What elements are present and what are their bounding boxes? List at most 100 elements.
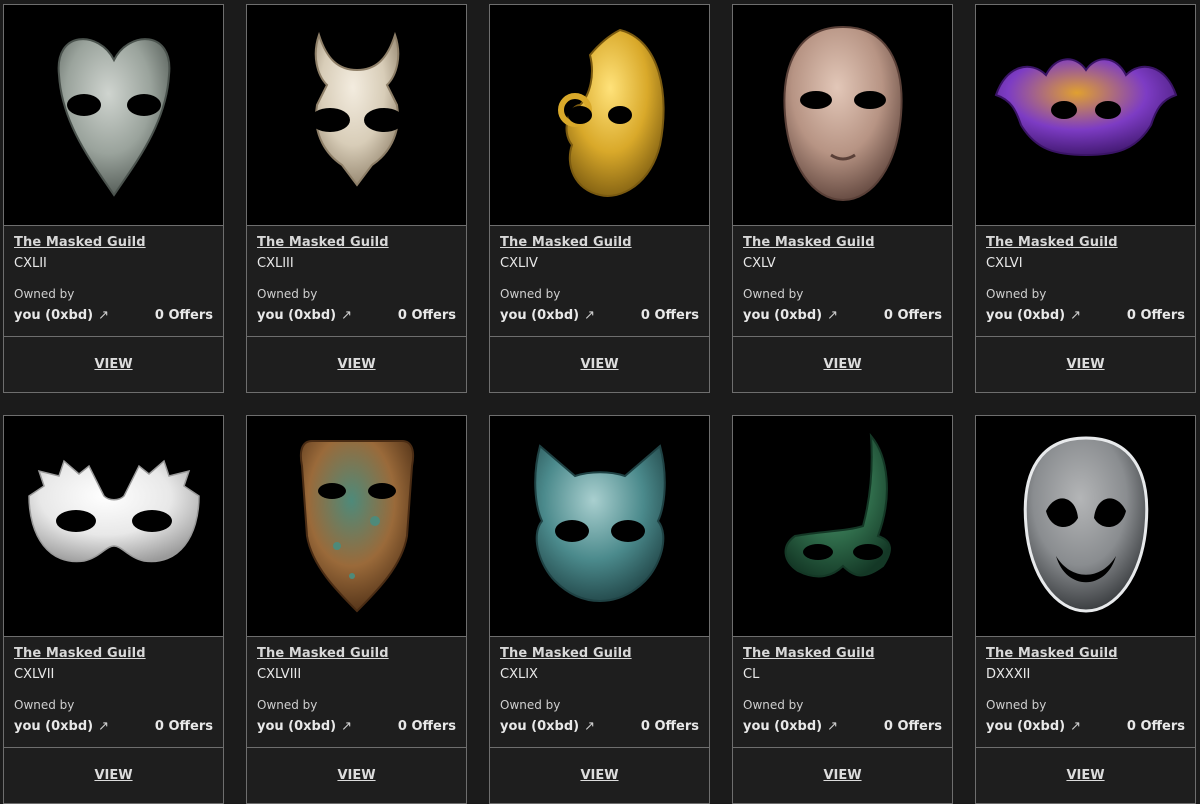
mask-artwork[interactable] bbox=[733, 416, 952, 637]
mask-artwork[interactable] bbox=[490, 5, 709, 226]
mask-artwork[interactable] bbox=[976, 416, 1195, 637]
card-info: The Masked Guild CXLII Owned by you (0xb… bbox=[4, 226, 223, 336]
owner-link[interactable]: you (0xbd) ↗ bbox=[743, 719, 838, 734]
nft-card[interactable]: The Masked Guild CXLII Owned by you (0xb… bbox=[3, 4, 224, 393]
nft-card[interactable]: The Masked Guild CXLIV Owned by you (0xb… bbox=[489, 4, 710, 393]
card-info: The Masked Guild CXLV Owned by you (0xbd… bbox=[733, 226, 952, 336]
mask-long-image bbox=[299, 440, 414, 613]
view-button[interactable]: VIEW bbox=[490, 747, 709, 803]
card-info: The Masked Guild CXLVII Owned by you (0x… bbox=[4, 637, 223, 747]
external-link-icon[interactable]: ↗ bbox=[341, 308, 352, 323]
token-name: CXLIV bbox=[500, 256, 538, 271]
collection-link[interactable]: The Masked Guild bbox=[257, 235, 456, 250]
owner-address[interactable]: you (0xbd) bbox=[986, 308, 1065, 323]
nft-card[interactable]: The Masked Guild CL Owned by you (0xbd) ↗… bbox=[732, 415, 953, 804]
collection-link[interactable]: The Masked Guild bbox=[986, 235, 1185, 250]
owner-address[interactable]: you (0xbd) bbox=[14, 719, 93, 734]
owner-address[interactable]: you (0xbd) bbox=[257, 308, 336, 323]
token-name: CXLIX bbox=[500, 667, 538, 682]
external-link-icon[interactable]: ↗ bbox=[98, 308, 109, 323]
nft-card[interactable]: The Masked Guild CXLV Owned by you (0xbd… bbox=[732, 4, 953, 393]
owned-by-label: Owned by bbox=[986, 698, 1047, 712]
nft-card[interactable]: The Masked Guild CXLVII Owned by you (0x… bbox=[3, 415, 224, 804]
mask-artwork[interactable] bbox=[733, 5, 952, 226]
collection-link[interactable]: The Masked Guild bbox=[500, 646, 699, 661]
collection-link[interactable]: The Masked Guild bbox=[14, 235, 213, 250]
owner-row: you (0xbd) ↗ 0 Offers bbox=[986, 308, 1185, 323]
external-link-icon[interactable]: ↗ bbox=[584, 308, 595, 323]
collection-link[interactable]: The Masked Guild bbox=[500, 235, 699, 250]
mask-artwork[interactable] bbox=[490, 416, 709, 637]
owner-link[interactable]: you (0xbd) ↗ bbox=[500, 308, 595, 323]
owner-row: you (0xbd) ↗ 0 Offers bbox=[743, 719, 942, 734]
mask-horned-image bbox=[309, 31, 404, 187]
card-info: The Masked Guild DXXXII Owned by you (0x… bbox=[976, 637, 1195, 747]
nft-card[interactable]: The Masked Guild DXXXII Owned by you (0x… bbox=[975, 415, 1196, 804]
external-link-icon[interactable]: ↗ bbox=[584, 719, 595, 734]
nft-card[interactable]: The Masked Guild CXLIX Owned by you (0xb… bbox=[489, 415, 710, 804]
external-link-icon[interactable]: ↗ bbox=[341, 719, 352, 734]
owner-link[interactable]: you (0xbd) ↗ bbox=[14, 308, 109, 323]
mask-artwork[interactable] bbox=[247, 416, 466, 637]
token-name: CXLVIII bbox=[257, 667, 302, 682]
owner-link[interactable]: you (0xbd) ↗ bbox=[14, 719, 109, 734]
offers-count: 0 Offers bbox=[640, 719, 699, 734]
owner-address[interactable]: you (0xbd) bbox=[986, 719, 1065, 734]
offers-count: 0 Offers bbox=[154, 719, 213, 734]
nft-card[interactable]: The Masked Guild CXLIII Owned by you (0x… bbox=[246, 4, 467, 393]
collection-link[interactable]: The Masked Guild bbox=[986, 646, 1185, 661]
view-button[interactable]: VIEW bbox=[247, 747, 466, 803]
owner-link[interactable]: you (0xbd) ↗ bbox=[986, 308, 1081, 323]
mask-artwork[interactable] bbox=[4, 416, 223, 637]
owner-link[interactable]: you (0xbd) ↗ bbox=[257, 308, 352, 323]
card-info: The Masked Guild CXLVIII Owned by you (0… bbox=[247, 637, 466, 747]
owned-by-label: Owned by bbox=[986, 287, 1047, 301]
mask-heart-image bbox=[57, 38, 170, 197]
offers-count: 0 Offers bbox=[397, 719, 456, 734]
owner-address[interactable]: you (0xbd) bbox=[500, 719, 579, 734]
external-link-icon[interactable]: ↗ bbox=[1070, 719, 1081, 734]
view-button[interactable]: VIEW bbox=[4, 747, 223, 803]
view-button[interactable]: VIEW bbox=[247, 336, 466, 392]
owner-address[interactable]: you (0xbd) bbox=[257, 719, 336, 734]
external-link-icon[interactable]: ↗ bbox=[827, 308, 838, 323]
offers-count: 0 Offers bbox=[1126, 308, 1185, 323]
nft-card[interactable]: The Masked Guild CXLVI Owned by you (0xb… bbox=[975, 4, 1196, 393]
token-name: CXLIII bbox=[257, 256, 294, 271]
owner-address[interactable]: you (0xbd) bbox=[500, 308, 579, 323]
owner-address[interactable]: you (0xbd) bbox=[743, 719, 822, 734]
view-button[interactable]: VIEW bbox=[490, 336, 709, 392]
mask-artwork[interactable] bbox=[247, 5, 466, 226]
owner-row: you (0xbd) ↗ 0 Offers bbox=[743, 308, 942, 323]
collection-link[interactable]: The Masked Guild bbox=[743, 646, 942, 661]
external-link-icon[interactable]: ↗ bbox=[98, 719, 109, 734]
external-link-icon[interactable]: ↗ bbox=[827, 719, 838, 734]
mask-artwork[interactable] bbox=[4, 5, 223, 226]
owner-row: you (0xbd) ↗ 0 Offers bbox=[500, 308, 699, 323]
card-info: The Masked Guild CXLIX Owned by you (0xb… bbox=[490, 637, 709, 747]
owned-by-label: Owned by bbox=[257, 698, 318, 712]
offers-count: 0 Offers bbox=[883, 308, 942, 323]
external-link-icon[interactable]: ↗ bbox=[1070, 308, 1081, 323]
collection-link[interactable]: The Masked Guild bbox=[14, 646, 213, 661]
view-button[interactable]: VIEW bbox=[733, 336, 952, 392]
owner-link[interactable]: you (0xbd) ↗ bbox=[500, 719, 595, 734]
offers-count: 0 Offers bbox=[154, 308, 213, 323]
view-button[interactable]: VIEW bbox=[733, 747, 952, 803]
view-button[interactable]: VIEW bbox=[976, 747, 1195, 803]
card-info: The Masked Guild CXLIII Owned by you (0x… bbox=[247, 226, 466, 336]
nft-card[interactable]: The Masked Guild CXLVIII Owned by you (0… bbox=[246, 415, 467, 804]
owner-link[interactable]: you (0xbd) ↗ bbox=[986, 719, 1081, 734]
owner-address[interactable]: you (0xbd) bbox=[743, 308, 822, 323]
token-name: CXLVII bbox=[14, 667, 55, 682]
offers-count: 0 Offers bbox=[640, 308, 699, 323]
owner-address[interactable]: you (0xbd) bbox=[14, 308, 93, 323]
view-button[interactable]: VIEW bbox=[976, 336, 1195, 392]
token-name: CXLVI bbox=[986, 256, 1023, 271]
collection-link[interactable]: The Masked Guild bbox=[743, 235, 942, 250]
mask-artwork[interactable] bbox=[976, 5, 1195, 226]
owner-link[interactable]: you (0xbd) ↗ bbox=[257, 719, 352, 734]
collection-link[interactable]: The Masked Guild bbox=[257, 646, 456, 661]
owner-link[interactable]: you (0xbd) ↗ bbox=[743, 308, 838, 323]
view-button[interactable]: VIEW bbox=[4, 336, 223, 392]
